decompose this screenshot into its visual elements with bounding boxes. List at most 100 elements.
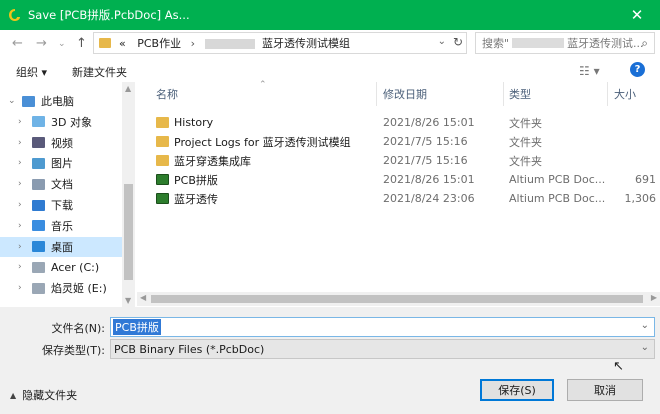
expand-right-icon[interactable]: › <box>18 200 28 210</box>
column-header-name[interactable]: 名称 <box>156 82 178 106</box>
expand-right-icon[interactable]: › <box>18 283 28 293</box>
folder-icon <box>99 38 111 48</box>
expand-right-icon[interactable]: › <box>18 138 28 148</box>
breadcrumb-segment[interactable]: 蓝牙透传测试模组 <box>262 37 350 50</box>
file-date: 2021/8/24 23:06 <box>383 192 475 205</box>
breadcrumb-overflow[interactable]: « <box>119 37 126 50</box>
new-folder-button[interactable]: 新建文件夹 <box>72 64 127 80</box>
close-button[interactable]: ✕ <box>614 0 660 30</box>
file-type: 文件夹 <box>509 116 542 130</box>
filename-label: 文件名(N): <box>51 322 105 335</box>
file-type: 文件夹 <box>509 135 542 149</box>
breadcrumb-segment[interactable]: PCB作业 <box>137 37 181 50</box>
file-name: 蓝牙穿透集成库 <box>174 154 251 168</box>
3d-objects-icon <box>32 116 45 128</box>
file-size: 691 <box>635 173 656 186</box>
column-header-size[interactable]: 大小 <box>614 82 636 106</box>
nav-item-label: 图片 <box>51 157 73 171</box>
search-input[interactable]: 搜索" 蓝牙透传测试... ⌕ <box>475 32 655 54</box>
file-row[interactable]: 蓝牙穿透集成库 2021/7/5 15:16 文件夹 <box>137 151 660 170</box>
redacted-segment <box>204 39 255 49</box>
expand-right-icon[interactable]: › <box>18 221 28 231</box>
column-header-type[interactable]: 类型 <box>509 82 531 106</box>
up-arrow-icon[interactable]: ↑ <box>76 36 87 51</box>
address-bar[interactable]: « PCB作业 › 蓝牙透传测试模组 ⌄ ↻ <box>93 32 467 54</box>
scroll-right-icon[interactable]: ▶ <box>651 293 657 302</box>
toolbar: 组织 ▾ 新建文件夹 ☷ ▾ ? <box>0 60 660 82</box>
scrollbar-thumb[interactable] <box>124 184 133 280</box>
nav-item[interactable]: › 图片 <box>0 153 122 173</box>
nav-item[interactable]: ⌄ 此电脑 <box>0 91 122 111</box>
back-arrow-icon[interactable]: ← <box>12 36 23 51</box>
nav-item[interactable]: › Acer (C:) <box>0 257 122 277</box>
column-divider[interactable] <box>376 82 377 106</box>
save-button[interactable]: 保存(S) <box>480 379 554 401</box>
help-icon[interactable]: ? <box>630 62 645 77</box>
expand-right-icon[interactable]: › <box>18 158 28 168</box>
chevron-down-icon[interactable]: ⌄ <box>641 320 649 331</box>
filetype-value: PCB Binary Files (*.PcbDoc) <box>114 342 265 356</box>
file-name: Project Logs for 蓝牙透传测试模组 <box>174 135 351 149</box>
file-row[interactable]: Project Logs for 蓝牙透传测试模组 2021/7/5 15:16 文… <box>137 132 660 151</box>
file-size: 1,306 <box>624 192 657 205</box>
forward-arrow-icon[interactable]: → <box>36 36 47 51</box>
scroll-down-icon[interactable]: ▼ <box>125 296 131 305</box>
breadcrumb-separator[interactable]: › <box>191 37 195 50</box>
file-name: PCB拼版 <box>174 173 218 187</box>
mouse-cursor-icon: ↖ <box>613 359 624 374</box>
recent-locations-icon[interactable]: ⌄ <box>58 39 66 49</box>
hide-folders-label: 隐藏文件夹 <box>22 389 78 402</box>
organize-button[interactable]: 组织 ▾ <box>16 64 47 80</box>
nav-item[interactable]: › 焰灵姬 (E:) <box>0 278 122 298</box>
expand-down-icon[interactable]: ⌄ <box>8 96 18 106</box>
file-type: Altium PCB Doc... <box>509 173 606 186</box>
nav-item[interactable]: › 视频 <box>0 133 122 153</box>
search-icon[interactable]: ⌕ <box>641 36 648 51</box>
column-divider[interactable] <box>503 82 504 106</box>
chevron-down-icon[interactable]: ⌄ <box>641 342 649 353</box>
expand-right-icon[interactable]: › <box>18 117 28 127</box>
navigation-pane: ⌄ 此电脑 › 3D 对象 › 视频 › 图片 › 文档 › 下载 › 音乐 › 桌面 › Acer (C:) › 焰… <box>0 82 135 307</box>
scroll-up-icon[interactable]: ▲ <box>125 84 131 93</box>
column-divider[interactable] <box>607 82 608 106</box>
expand-right-icon[interactable]: › <box>18 179 28 189</box>
title-bar: Save [PCB拼版.PcbDoc] As... ✕ <box>0 0 660 30</box>
refresh-icon[interactable]: ↻ <box>453 35 463 49</box>
file-row[interactable]: PCB拼版 2021/8/26 15:01 Altium PCB Doc... 691 <box>137 170 660 189</box>
file-type: 文件夹 <box>509 154 542 168</box>
altium-app-icon <box>9 9 20 21</box>
view-options-icon[interactable]: ☷ ▾ <box>579 64 600 78</box>
drive-icon <box>32 261 45 273</box>
hide-folders-toggle[interactable]: ▲ 隐藏文件夹 <box>10 387 77 403</box>
nav-item-label: 焰灵姬 (E:) <box>51 282 107 296</box>
nav-item[interactable]: › 下载 <box>0 195 122 215</box>
filename-value[interactable]: PCB拼版 <box>113 319 161 335</box>
music-icon <box>32 220 45 232</box>
file-row[interactable]: History 2021/8/26 15:01 文件夹 <box>137 113 660 132</box>
expand-right-icon[interactable]: › <box>18 242 28 252</box>
filename-field[interactable]: PCB拼版 ⌄ <box>110 317 655 337</box>
download-icon <box>32 199 45 211</box>
nav-scrollbar[interactable]: ▲ ▼ <box>122 82 135 307</box>
column-header-date[interactable]: 修改日期 <box>383 82 427 106</box>
save-form: 文件名(N): PCB拼版 ⌄ 保存类型(T): PCB Binary File… <box>0 307 660 414</box>
nav-item-label: 下载 <box>51 199 73 212</box>
chevron-down-icon[interactable]: ⌄ <box>438 36 446 47</box>
expand-right-icon[interactable]: › <box>18 262 28 272</box>
file-row[interactable]: 蓝牙透传 2021/8/24 23:06 Altium PCB Doc... 1,30… <box>137 189 660 208</box>
scroll-left-icon[interactable]: ◀ <box>140 293 146 302</box>
nav-item[interactable]: › 桌面 <box>0 236 122 257</box>
file-name: History <box>174 116 214 129</box>
nav-item-label: Acer (C:) <box>51 260 100 274</box>
window-title: Save [PCB拼版.PcbDoc] As... <box>28 8 190 22</box>
redacted-search-text <box>512 38 565 48</box>
nav-item[interactable]: › 音乐 <box>0 216 122 236</box>
search-placeholder-prefix: 搜索" <box>482 37 510 50</box>
nav-item[interactable]: › 文档 <box>0 174 122 194</box>
horizontal-scrollbar[interactable]: ◀ ▶ <box>137 292 660 306</box>
cancel-button[interactable]: 取消 <box>567 379 643 401</box>
scrollbar-thumb[interactable] <box>151 295 643 303</box>
pcb-file-icon <box>156 193 169 204</box>
filetype-select[interactable]: PCB Binary Files (*.PcbDoc) ⌄ <box>110 339 655 359</box>
nav-item[interactable]: › 3D 对象 <box>0 112 122 132</box>
